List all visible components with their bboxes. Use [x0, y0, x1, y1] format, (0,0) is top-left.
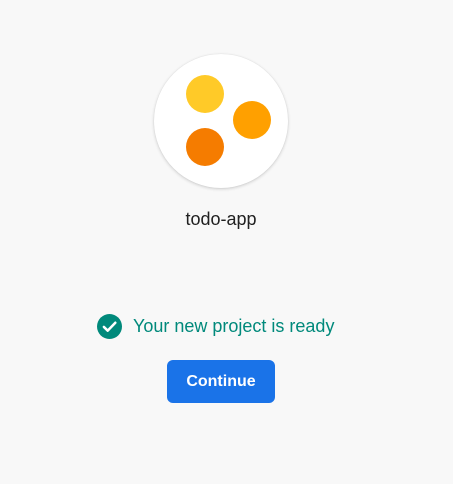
project-logo — [154, 54, 288, 188]
status-text: Your new project is ready — [133, 315, 335, 336]
continue-button[interactable]: Continue — [167, 360, 275, 403]
project-name: todo-app — [185, 209, 257, 229]
logo-dot-amber — [233, 101, 271, 139]
project-ready-page: todo-app Your new project is ready Conti… — [0, 0, 453, 484]
logo-dot-orange — [186, 128, 224, 166]
status-message: Your new project is ready — [97, 313, 334, 339]
logo-dot-yellow — [186, 75, 224, 113]
check-circle-icon — [97, 313, 122, 339]
